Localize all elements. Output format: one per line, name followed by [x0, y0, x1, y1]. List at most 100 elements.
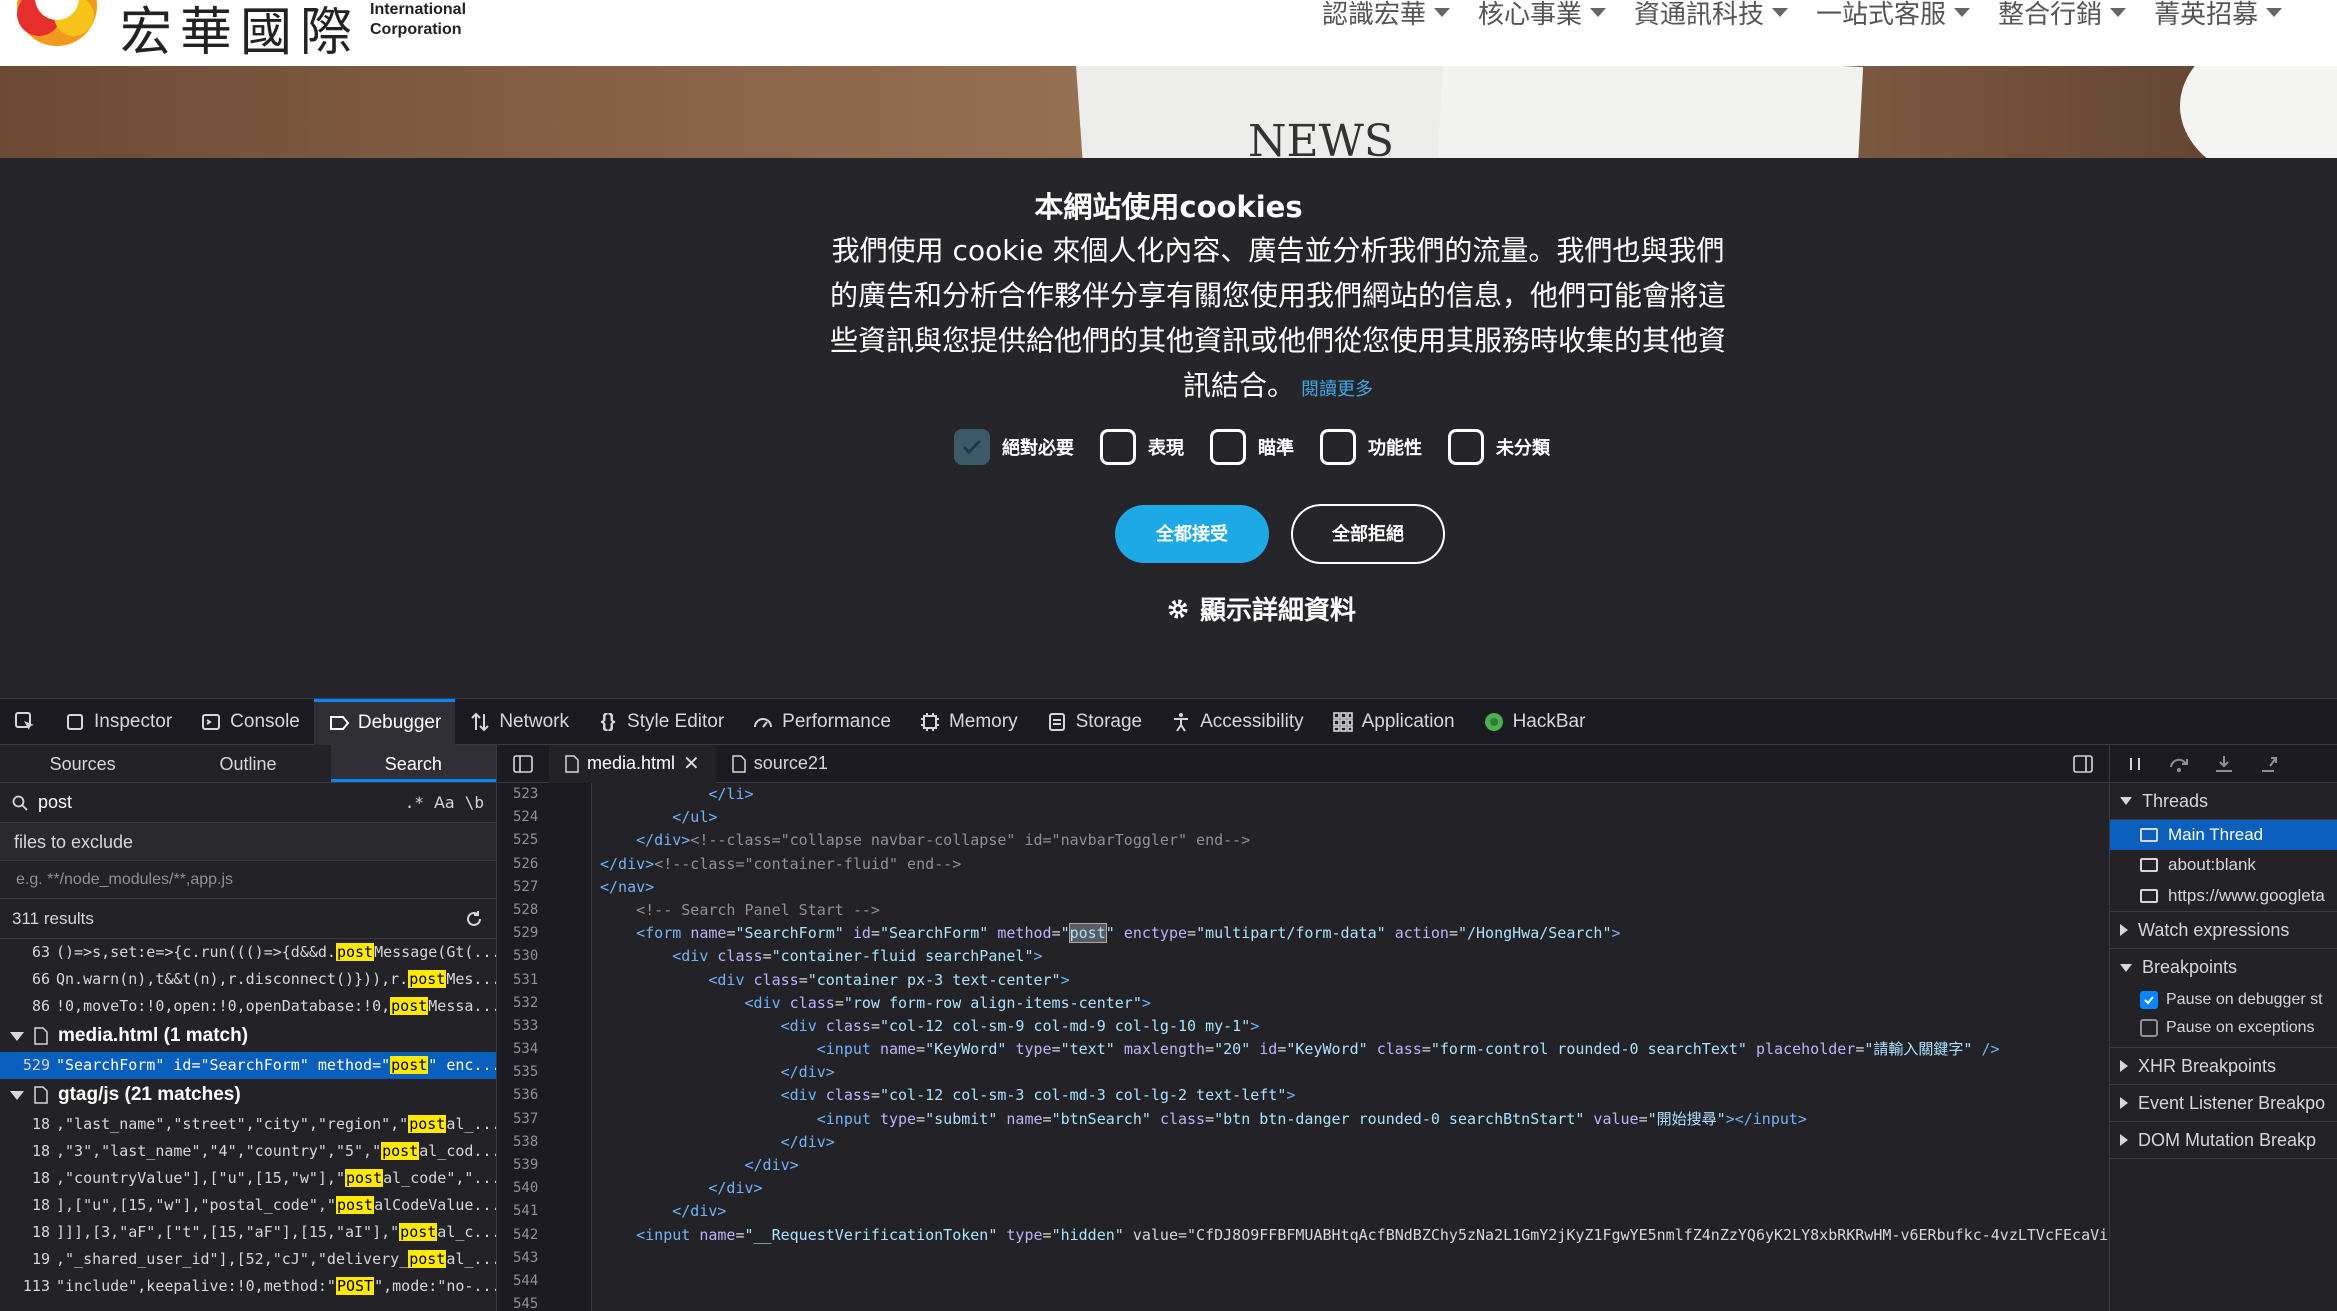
result-line[interactable]: 19 ,"_shared_user_id"],[52,"cJ","delivery… [0, 1246, 496, 1273]
source-tab-source21[interactable]: source21 [716, 745, 844, 783]
code-line[interactable]: <input name="KeyWord" type="text" maxlen… [600, 1038, 2109, 1061]
result-line[interactable]: 63 ()=>s,set:e=>{c.run((()=>{d&&d.postMes… [0, 939, 496, 966]
watch-expressions-header[interactable]: Watch expressions [2110, 912, 2337, 949]
threads-header[interactable]: Threads [2110, 783, 2337, 820]
pause-icon[interactable] [2126, 755, 2144, 773]
line-number[interactable]: 525 [497, 829, 591, 852]
line-number[interactable]: 544 [497, 1270, 591, 1293]
line-number[interactable]: 531 [497, 969, 591, 992]
code-line[interactable]: <input name="__RequestVerificationToken"… [600, 1224, 2109, 1247]
nav-item-marketing[interactable]: 整合行銷 [1998, 0, 2127, 31]
pause-on-debugger-option[interactable]: Pause on debugger st [2110, 986, 2337, 1014]
line-number-gutter[interactable]: 523 524 525 526 527 528 529 530 531 532 533 534 535 5… [497, 783, 592, 1311]
thread-item[interactable]: https://www.googleta [2110, 880, 2337, 912]
tab-console[interactable]: Console [186, 699, 314, 745]
case-sensitive-toggle[interactable]: Aa [434, 793, 455, 812]
result-line[interactable]: 529 "SearchForm" id="SearchForm" method="… [0, 1052, 496, 1079]
line-number[interactable]: 538 [497, 1131, 591, 1154]
line-number[interactable]: 526 [497, 853, 591, 876]
result-line[interactable]: 18]]],[3,"aF",["t",[15,"aF"],[15,"aI"],"… [0, 1219, 496, 1246]
tab-debugger[interactable]: Debugger [313, 698, 456, 745]
accept-all-button[interactable]: 全都接受 [1115, 505, 1269, 563]
step-in-icon[interactable] [2214, 754, 2234, 774]
line-number[interactable]: 529 [497, 922, 591, 945]
checkbox[interactable] [1100, 429, 1136, 465]
cookie-option-necessary[interactable]: 絕對必要 [954, 429, 1074, 465]
line-number[interactable]: 540 [497, 1177, 591, 1200]
cookie-option-functional[interactable]: 功能性 [1320, 429, 1422, 465]
code-line[interactable]: <!-- Search Panel Start --> [600, 899, 2109, 922]
line-number[interactable]: 524 [497, 806, 591, 829]
code-line[interactable]: <div class="container px-3 text-center"> [600, 969, 2109, 992]
checkbox[interactable] [1320, 429, 1356, 465]
exclude-input[interactable]: e.g. **/node_modules/**,app.js [0, 861, 496, 899]
close-icon[interactable]: ✕ [683, 751, 700, 776]
code-lines[interactable]: </li> </ul> </div><!--class="collapse na… [600, 783, 2109, 1311]
checkbox-checked[interactable] [2140, 991, 2158, 1009]
dom-mutation-breakpoints-header[interactable]: DOM Mutation Breakp [2110, 1122, 2337, 1159]
tab-accessibility[interactable]: Accessibility [1156, 699, 1317, 745]
code-line[interactable]: </div> [600, 1154, 2109, 1177]
result-line[interactable]: 18 ,"countryValue"],["u",[15,"w"],"postal… [0, 1165, 496, 1192]
code-line[interactable]: </div> [600, 1061, 2109, 1084]
cookie-option-unclassified[interactable]: 未分類 [1448, 429, 1550, 465]
tab-performance[interactable]: Performance [738, 699, 905, 745]
line-number[interactable]: 535 [497, 1061, 591, 1084]
breakpoints-header[interactable]: Breakpoints [2110, 949, 2337, 986]
code-line[interactable] [600, 1293, 2109, 1311]
line-number[interactable]: 528 [497, 899, 591, 922]
line-number[interactable]: 532 [497, 992, 591, 1015]
line-number[interactable]: 527 [497, 876, 591, 899]
code-line[interactable]: </li> [600, 783, 2109, 806]
search-input[interactable] [38, 792, 395, 813]
code-line[interactable]: </div><!--class="container-fluid" end--> [600, 853, 2109, 876]
element-picker-button[interactable] [0, 699, 50, 745]
tab-network[interactable]: Network [455, 699, 583, 745]
code-line[interactable] [600, 1247, 2109, 1270]
line-number[interactable]: 534 [497, 1038, 591, 1061]
code-line[interactable]: <input type="submit" name="btnSearch" cl… [600, 1108, 2109, 1131]
code-line[interactable]: </div><!--class="collapse navbar-collaps… [600, 829, 2109, 852]
checkbox-checked[interactable] [954, 429, 990, 465]
regex-toggle[interactable]: .* [405, 793, 424, 812]
step-over-icon[interactable] [2168, 755, 2190, 773]
code-line[interactable] [600, 1270, 2109, 1293]
code-line[interactable]: </div> [600, 1177, 2109, 1200]
checkbox[interactable] [1448, 429, 1484, 465]
result-file-group[interactable]: gtag/js (21 matches) [0, 1079, 496, 1111]
nav-item-careers[interactable]: 菁英招募 [2154, 0, 2283, 31]
reject-all-button[interactable]: 全部拒絕 [1291, 504, 1445, 564]
refresh-icon[interactable] [464, 909, 484, 929]
line-number[interactable]: 545 [497, 1293, 591, 1311]
cookie-option-performance[interactable]: 表現 [1100, 429, 1184, 465]
toggle-sources-pane-button[interactable] [497, 745, 549, 783]
tab-storage[interactable]: Storage [1032, 699, 1157, 745]
code-line[interactable]: </div> [600, 1131, 2109, 1154]
checkbox[interactable] [1210, 429, 1246, 465]
source-tab-media-html[interactable]: media.html ✕ [549, 745, 716, 783]
thread-item[interactable]: about:blank [2110, 850, 2337, 880]
code-line[interactable]: <div class="row form-row align-items-cen… [600, 992, 2109, 1015]
line-number[interactable]: 533 [497, 1015, 591, 1038]
line-number[interactable]: 542 [497, 1224, 591, 1247]
line-number[interactable]: 541 [497, 1200, 591, 1223]
result-line[interactable]: 66 Qn.warn(n),t&&t(n),r.disconnect()})),r… [0, 966, 496, 993]
pause-on-exceptions-option[interactable]: Pause on exceptions [2110, 1014, 2337, 1048]
show-details-toggle[interactable]: 顯示詳細資料 [1166, 590, 1356, 627]
tab-application[interactable]: Application [1318, 699, 1469, 745]
xhr-breakpoints-header[interactable]: XHR Breakpoints [2110, 1048, 2337, 1085]
line-number[interactable]: 537 [497, 1108, 591, 1131]
thread-item[interactable]: Main Thread [2110, 820, 2337, 850]
toggle-right-pane-button[interactable] [2057, 745, 2109, 783]
nav-item-about[interactable]: 認識宏華 [1322, 0, 1451, 31]
code-line[interactable]: <div class="col-12 col-sm-9 col-md-9 col… [600, 1015, 2109, 1038]
code-view[interactable]: 523 524 525 526 527 528 529 530 531 532 533 534 535 5… [497, 783, 2109, 1311]
code-line[interactable]: <form name="SearchForm" id="SearchForm" … [600, 922, 2109, 945]
result-line[interactable]: 18],["u",[15,"w"],"postal_code","postalC… [0, 1192, 496, 1219]
step-out-icon[interactable] [2258, 754, 2278, 774]
tab-search[interactable]: Search [330, 745, 496, 782]
result-line[interactable]: 86 !0,moveTo:!0,open:!0,openDatabase:!0,p… [0, 993, 496, 1020]
tab-outline[interactable]: Outline [165, 745, 330, 782]
line-number[interactable]: 536 [497, 1084, 591, 1107]
line-number[interactable]: 543 [497, 1247, 591, 1270]
